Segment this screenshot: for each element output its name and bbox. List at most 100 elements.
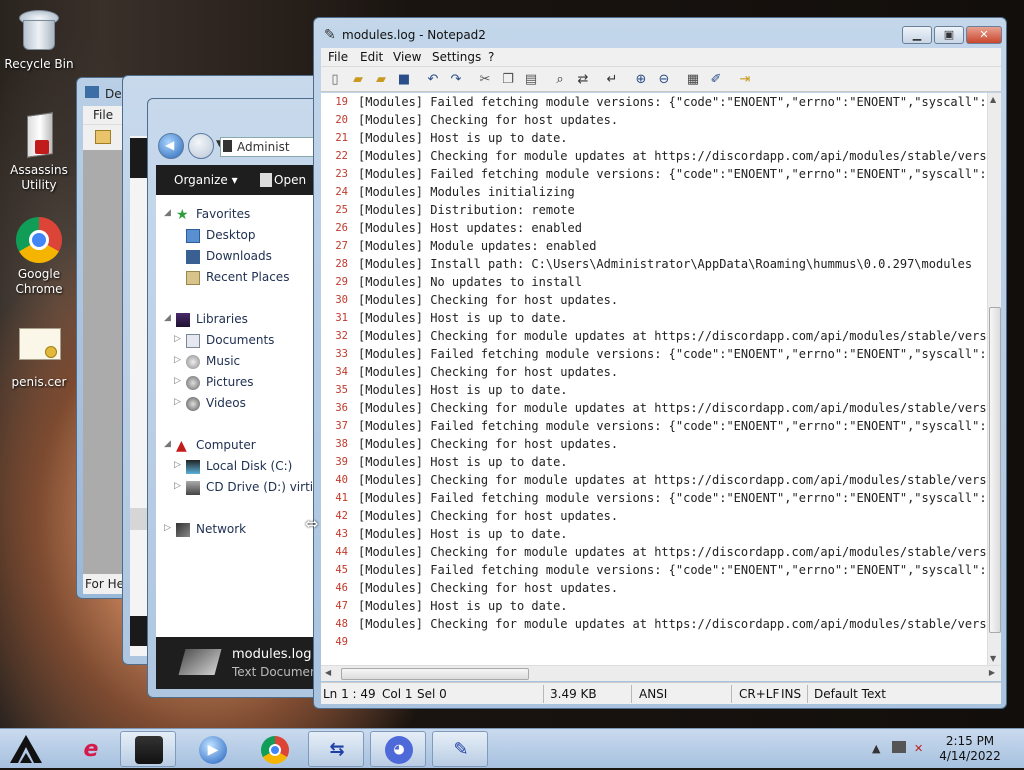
status-scheme[interactable]: Default Text <box>814 687 886 701</box>
tree-item-desktop[interactable]: Desktop <box>156 226 328 246</box>
tree-item-documents[interactable]: ▷ Documents <box>156 331 328 351</box>
editor-line[interactable]: 48 [Modules] Checking for module updates … <box>321 615 987 633</box>
tree-item-favorites[interactable]: ◢ ★ Favorites <box>156 205 328 225</box>
editor-line[interactable]: 20 [Modules] Checking for host updates. <box>321 111 987 129</box>
editor-line[interactable]: 38 [Modules] Checking for host updates. <box>321 435 987 453</box>
organize-button[interactable]: Organize ▾ <box>174 173 238 187</box>
new-file-icon[interactable]: ▯ <box>327 72 343 88</box>
tree-item-pictures[interactable]: ▷ Pictures <box>156 373 328 393</box>
open-folder-icon[interactable]: ▰ <box>350 72 366 88</box>
forward-button[interactable] <box>188 133 214 159</box>
cut-icon[interactable]: ✂ <box>477 72 493 88</box>
tree-item-cd-drive[interactable]: ▷ CD Drive (D:) virtio-w <box>156 478 328 498</box>
find-icon[interactable]: ⌕ <box>552 72 568 88</box>
taskbar-clock[interactable]: 2:15 PM 4/14/2022 <box>930 734 1010 764</box>
taskbar-explorer[interactable] <box>120 731 176 767</box>
expand-arrow-icon[interactable]: ◢ <box>164 313 171 323</box>
taskbar-internet-explorer[interactable]: e <box>62 731 118 767</box>
collapse-arrow-icon[interactable]: ▷ <box>174 355 181 365</box>
back-button[interactable] <box>158 133 184 159</box>
editor-line[interactable]: 29 [Modules] No updates to install <box>321 273 987 291</box>
expand-arrow-icon[interactable]: ◢ <box>164 208 171 218</box>
editor-line[interactable]: 45 [Modules] Failed fetching module versi… <box>321 561 987 579</box>
desktop-icon-penis-cer[interactable]: penis.cer <box>0 324 78 390</box>
editor-line[interactable]: 43 [Modules] Host is up to date. <box>321 525 987 543</box>
horizontal-scroll-thumb[interactable] <box>341 668 529 680</box>
horizontal-scrollbar[interactable]: ◀ ▶ <box>321 665 1001 681</box>
editor-line[interactable]: 49 <box>321 633 987 651</box>
tree-item-videos[interactable]: ▷ Videos <box>156 394 328 414</box>
taskbar-media-player[interactable]: ▶ <box>184 731 240 767</box>
scroll-down-icon[interactable]: ▼ <box>990 654 996 663</box>
undo-icon[interactable]: ↶ <box>425 72 441 88</box>
editor-line[interactable]: 40 [Modules] Checking for module updates … <box>321 471 987 489</box>
collapse-arrow-icon[interactable]: ▷ <box>174 376 181 386</box>
zoom-in-icon[interactable]: ⊕ <box>633 72 649 88</box>
editor-line[interactable]: 39 [Modules] Host is up to date. <box>321 453 987 471</box>
tree-item-libraries[interactable]: ◢ Libraries <box>156 310 328 330</box>
editor-line[interactable]: 22 [Modules] Checking for module updates … <box>321 147 987 165</box>
tree-item-music[interactable]: ▷ Music <box>156 352 328 372</box>
browse-icon[interactable]: ▰ <box>373 72 389 88</box>
scroll-right-icon[interactable]: ▶ <box>989 668 995 677</box>
menu-edit[interactable]: Edit <box>360 50 383 64</box>
menu-file[interactable]: File <box>93 108 113 122</box>
tree-item-downloads[interactable]: Downloads <box>156 247 328 267</box>
vertical-scroll-thumb[interactable] <box>989 307 1001 633</box>
explorer-window[interactable]: ▼ Administ Organize ▾ Open ◢ ★ Favorites… <box>147 98 328 698</box>
taskbar-notepad2[interactable]: ✎ <box>432 731 488 767</box>
taskbar-discord[interactable]: ◕ <box>370 731 426 767</box>
editor-line[interactable]: 21 [Modules] Host is up to date. <box>321 129 987 147</box>
paste-icon[interactable]: ▤ <box>523 72 539 88</box>
desktop-icon-assassins-utility[interactable]: Assassins Utility <box>0 112 78 193</box>
open-button[interactable]: Open <box>274 173 306 187</box>
redo-icon[interactable]: ↷ <box>448 72 464 88</box>
status-insert-mode[interactable]: INS <box>781 687 801 701</box>
network-tray-icon[interactable] <box>892 741 906 753</box>
tree-item-computer[interactable]: ◢ ▲ Computer <box>156 436 328 456</box>
collapse-arrow-icon[interactable]: ▷ <box>174 481 181 491</box>
editor-line[interactable]: 32 [Modules] Checking for module updates … <box>321 327 987 345</box>
scheme-icon[interactable]: ▦ <box>685 72 701 88</box>
editor-line[interactable]: 42 [Modules] Checking for host updates. <box>321 507 987 525</box>
editor-line[interactable]: 44 [Modules] Checking for module updates … <box>321 543 987 561</box>
save-icon[interactable]: ■ <box>396 72 412 88</box>
zoom-out-icon[interactable]: ⊖ <box>656 72 672 88</box>
editor-line[interactable]: 26 [Modules] Host updates: enabled <box>321 219 987 237</box>
tree-item-local-disk[interactable]: ▷ Local Disk (C:) <box>156 457 328 477</box>
editor-line[interactable]: 27 [Modules] Module updates: enabled <box>321 237 987 255</box>
editor-line[interactable]: 25 [Modules] Distribution: remote <box>321 201 987 219</box>
editor-line[interactable]: 33 [Modules] Failed fetching module versi… <box>321 345 987 363</box>
editor-line[interactable]: 35 [Modules] Host is up to date. <box>321 381 987 399</box>
vertical-scrollbar[interactable]: ▲ ▼ <box>987 93 1001 665</box>
status-line-endings[interactable]: CR+LF <box>739 687 779 701</box>
taskbar-chrome[interactable] <box>246 731 302 767</box>
scroll-left-icon[interactable]: ◀ <box>325 668 331 677</box>
editor-line[interactable]: 31 [Modules] Host is up to date. <box>321 309 987 327</box>
editor-line[interactable]: 30 [Modules] Checking for host updates. <box>321 291 987 309</box>
menu-file[interactable]: File <box>328 50 348 64</box>
volume-muted-icon[interactable]: ✕ <box>914 742 923 755</box>
editor-line[interactable]: 19 [Modules] Failed fetching module versi… <box>321 93 987 111</box>
menu-help[interactable]: ? <box>488 50 494 64</box>
desktop-icon-google-chrome[interactable]: Google Chrome <box>0 216 78 297</box>
menu-settings[interactable]: Settings <box>432 50 481 64</box>
editor-line[interactable]: 23 [Modules] Failed fetching module versi… <box>321 165 987 183</box>
editor-line[interactable]: 28 [Modules] Install path: C:\Users\Admin… <box>321 255 987 273</box>
exit-icon[interactable]: ⇥ <box>737 72 753 88</box>
editor-line[interactable]: 24 [Modules] Modules initializing <box>321 183 987 201</box>
text-editor[interactable]: 19 [Modules] Failed fetching module versi… <box>321 93 987 665</box>
word-wrap-icon[interactable]: ↵ <box>604 72 620 88</box>
editor-line[interactable]: 37 [Modules] Failed fetching module versi… <box>321 417 987 435</box>
status-encoding[interactable]: ANSI <box>639 687 667 701</box>
show-hidden-icons-icon[interactable]: ▲ <box>872 742 880 755</box>
menu-view[interactable]: View <box>393 50 421 64</box>
desktop-icon-recycle-bin[interactable]: Recycle Bin <box>0 6 78 72</box>
editor-line[interactable]: 46 [Modules] Checking for host updates. <box>321 579 987 597</box>
editor-line[interactable]: 34 [Modules] Checking for host updates. <box>321 363 987 381</box>
editor-line[interactable]: 41 [Modules] Failed fetching module versi… <box>321 489 987 507</box>
taskbar-remote-app[interactable]: ⇆ <box>308 731 364 767</box>
editor-line[interactable]: 47 [Modules] Host is up to date. <box>321 597 987 615</box>
address-bar[interactable]: Administ <box>220 137 328 157</box>
collapse-arrow-icon[interactable]: ▷ <box>174 460 181 470</box>
